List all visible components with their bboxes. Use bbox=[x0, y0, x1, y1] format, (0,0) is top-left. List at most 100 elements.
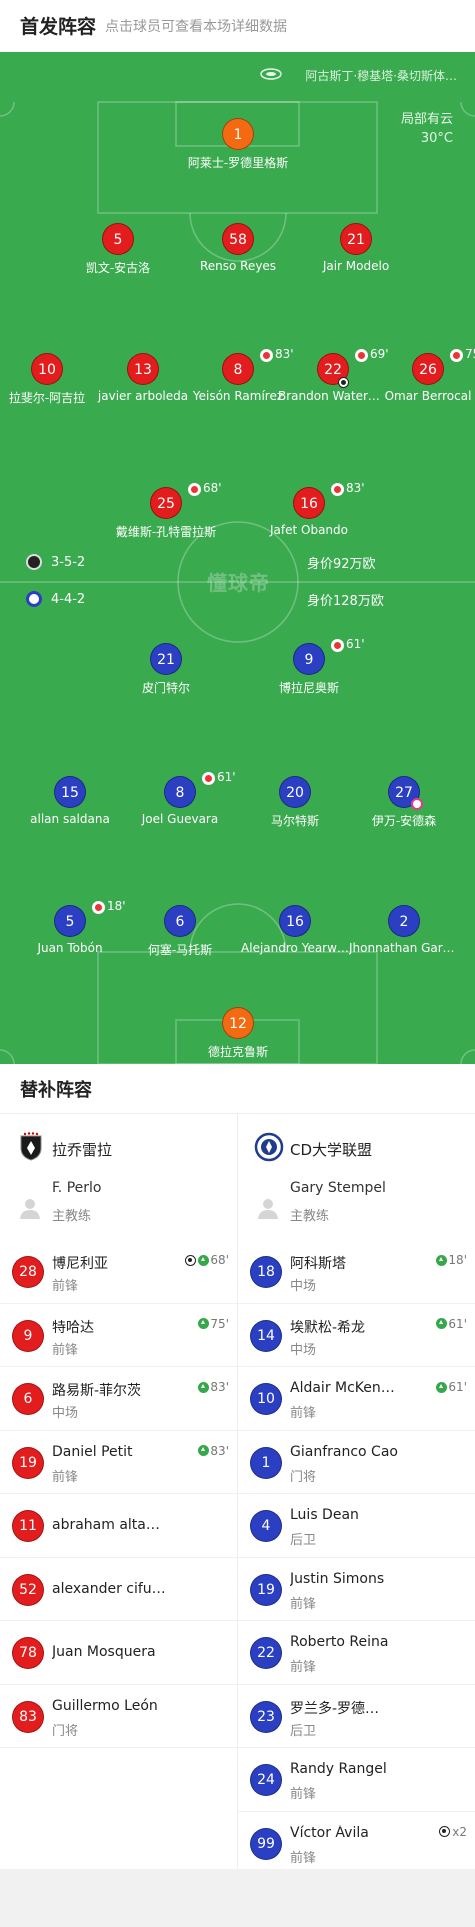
coach-avatar-icon bbox=[20, 1199, 40, 1219]
player-marker[interactable]: 22 69' Brandon Waterman bbox=[278, 347, 389, 403]
player-marker[interactable]: 15 allan saldana bbox=[15, 776, 125, 826]
substitute-name: alexander cifu… bbox=[52, 1580, 166, 1597]
player-marker[interactable]: 58 Renso Reyes bbox=[183, 223, 293, 273]
substitution-icon bbox=[331, 483, 344, 496]
jersey-number: 19 bbox=[12, 1446, 44, 1479]
substitute-row[interactable]: 10 Aldair McKen… 前锋 61' bbox=[238, 1367, 475, 1431]
jersey-number: 6 bbox=[164, 905, 196, 937]
player-marker[interactable]: 8 61' Joel Guevara bbox=[125, 770, 236, 826]
substitute-row[interactable]: 19 Justin Simons 前锋 bbox=[238, 1558, 475, 1621]
substitution-time: 75' bbox=[465, 347, 475, 361]
substitution-icon bbox=[331, 639, 344, 652]
assist-icon bbox=[411, 798, 423, 810]
substitute-row[interactable]: 9 特哈达 前锋 75' bbox=[0, 1304, 237, 1367]
substitution-icon bbox=[355, 349, 368, 362]
event-time: 83' bbox=[210, 1443, 229, 1458]
away-team-summary[interactable]: 4-4-2 身价128万欧 bbox=[26, 591, 384, 609]
substitute-position: 前锋 bbox=[52, 1469, 79, 1485]
substitute-row[interactable]: 22 Roberto Reina 前锋 bbox=[238, 1621, 475, 1685]
substitution-time: 83' bbox=[346, 481, 365, 495]
substitution-icon bbox=[202, 772, 215, 785]
player-marker[interactable]: 27 伊万-安德森 bbox=[349, 776, 459, 829]
player-marker[interactable]: 2 Jhonnathan García bbox=[349, 905, 459, 955]
substitute-row[interactable]: 18 阿科斯塔 中场 18' bbox=[238, 1240, 475, 1304]
jersey-number: 4 bbox=[250, 1510, 282, 1542]
player-marker[interactable]: 12 德拉克鲁斯 bbox=[183, 1007, 293, 1060]
event-time: 61' bbox=[448, 1316, 467, 1331]
substitution-event: 18' bbox=[436, 1253, 467, 1267]
away-team-header[interactable]: CD大学联盟 bbox=[238, 1114, 475, 1176]
player-name: 何塞-马托斯 bbox=[147, 943, 213, 957]
substitute-name: Juan Mosquera bbox=[52, 1644, 156, 1660]
player-name: Yeisón Ramírez bbox=[192, 389, 284, 403]
player-name: 德拉克鲁斯 bbox=[207, 1045, 268, 1059]
substitute-row[interactable]: 6 路易斯-菲尔茨 中场 83' bbox=[0, 1367, 237, 1431]
substitute-row[interactable]: 14 埃默松-希龙 中场 61' bbox=[238, 1304, 475, 1367]
jersey-number: 12 bbox=[222, 1007, 254, 1039]
substitute-row[interactable]: 1 Gianfranco Cao 门将 bbox=[238, 1431, 475, 1494]
sub-in-icon bbox=[436, 1318, 448, 1329]
home-team-summary[interactable]: 3-5-2 身价92万欧 bbox=[26, 554, 376, 572]
player-marker[interactable]: 16 83' Jafet Obando bbox=[254, 481, 365, 537]
event-time: x2 bbox=[452, 1824, 467, 1839]
substitute-row[interactable]: 78 Juan Mosquera bbox=[0, 1621, 237, 1685]
away-subs-column: CD大学联盟 Gary Stempel 主教练 18 阿科斯塔 中场 18' 14 埃默松… bbox=[238, 1114, 475, 1875]
player-marker[interactable]: 25 68' 戴维斯-孔特雷拉斯 bbox=[111, 481, 222, 540]
home-team-header[interactable]: 拉乔雷拉 bbox=[0, 1114, 237, 1176]
player-marker[interactable]: 16 Alejandro Yearw… bbox=[240, 905, 350, 955]
substitute-position: 前锋 bbox=[290, 1787, 317, 1802]
player-marker[interactable]: 9 61' 博拉尼奥斯 bbox=[254, 637, 365, 696]
weather-text: 局部有云 bbox=[400, 112, 453, 127]
player-marker[interactable]: 21 Jair Modelo bbox=[301, 223, 411, 273]
substitute-row[interactable]: 23 罗兰多-罗德… 后卫 bbox=[238, 1685, 475, 1748]
player-marker[interactable]: 5 凯文-安古洛 bbox=[63, 223, 173, 276]
jersey-number: 28 bbox=[12, 1256, 44, 1288]
substitute-name: Víctor Ávila bbox=[290, 1824, 369, 1841]
substitution-time: 61' bbox=[217, 770, 236, 784]
substitute-row[interactable]: 52 alexander cifu… bbox=[0, 1558, 237, 1621]
substitution-icon bbox=[188, 483, 201, 496]
jersey-number: 19 bbox=[250, 1573, 282, 1606]
home-formation: 3-5-2 bbox=[51, 554, 86, 570]
sub-in-icon bbox=[198, 1445, 210, 1456]
away-coach[interactable]: Gary Stempel 主教练 bbox=[238, 1176, 475, 1240]
player-marker[interactable]: 13 javier arboleda bbox=[88, 353, 198, 403]
player-marker[interactable]: 20 马尔特斯 bbox=[240, 776, 350, 829]
jersey-number: 13 bbox=[127, 353, 159, 385]
substitute-row[interactable]: 19 Daniel Petit 前锋 83' bbox=[0, 1431, 237, 1494]
jersey-number: 21 bbox=[150, 643, 182, 675]
jersey-number: 25 bbox=[150, 487, 182, 519]
lineup-header: 首发阵容 点击球员可查看本场详细数据 bbox=[0, 0, 475, 52]
substitute-row[interactable]: 11 abraham alta… bbox=[0, 1494, 237, 1558]
jersey-number: 16 bbox=[279, 905, 311, 937]
player-name: Jhonnathan García bbox=[349, 941, 459, 955]
jersey-number: 11 bbox=[12, 1510, 44, 1542]
player-marker[interactable]: 8 83' Yeisón Ramírez bbox=[183, 347, 294, 403]
substitutes-panel: 替补阵容 拉乔雷拉 F. Perlo 主教练 28 博尼利亚 前锋 68' 9 特哈达 前锋… bbox=[0, 1064, 475, 1875]
pitch: 阿古斯丁·穆基塔·桑切斯体… 局部有云 30°C 懂球帝 3-5-2 身价92万… bbox=[0, 52, 475, 1064]
sub-in-icon bbox=[198, 1254, 210, 1266]
player-name: 博拉尼奥斯 bbox=[278, 681, 339, 695]
jersey-number: 2 bbox=[388, 905, 420, 937]
substitute-position: 后卫 bbox=[290, 1533, 317, 1548]
weather-info: 局部有云 30°C bbox=[401, 110, 453, 148]
substitute-position: 中场 bbox=[290, 1279, 317, 1294]
substitute-position: 前锋 bbox=[290, 1596, 317, 1612]
substitute-position: 中场 bbox=[52, 1406, 79, 1421]
lineup-title: 首发阵容 bbox=[20, 16, 97, 38]
substitute-row[interactable]: 24 Randy Rangel 前锋 bbox=[238, 1748, 475, 1812]
substitutes-title: 替补阵容 bbox=[20, 1080, 92, 1101]
substitute-row[interactable]: 83 Guillermo León 门将 bbox=[0, 1685, 237, 1748]
player-marker[interactable]: 26 75' Omar Berrocal bbox=[373, 347, 475, 403]
home-coach[interactable]: F. Perlo 主教练 bbox=[0, 1176, 237, 1240]
jersey-number: 99 bbox=[250, 1827, 282, 1860]
substitute-row[interactable]: 99 Víctor Ávila 前锋 x2 bbox=[238, 1812, 475, 1875]
player-marker[interactable]: 1 阿莱士-罗德里格斯 bbox=[183, 118, 293, 171]
player-marker[interactable]: 6 何塞-马托斯 bbox=[125, 905, 235, 958]
player-marker[interactable]: 21 皮门特尔 bbox=[111, 643, 221, 696]
player-marker[interactable]: 10 拉斐尔-阿吉拉 bbox=[0, 353, 102, 406]
substitute-row[interactable]: 4 Luis Dean 后卫 bbox=[238, 1494, 475, 1558]
substitute-row[interactable]: 28 博尼利亚 前锋 68' bbox=[0, 1240, 237, 1304]
player-marker[interactable]: 5 18' Juan Tobón bbox=[15, 899, 125, 955]
stadium-icon bbox=[260, 68, 282, 80]
